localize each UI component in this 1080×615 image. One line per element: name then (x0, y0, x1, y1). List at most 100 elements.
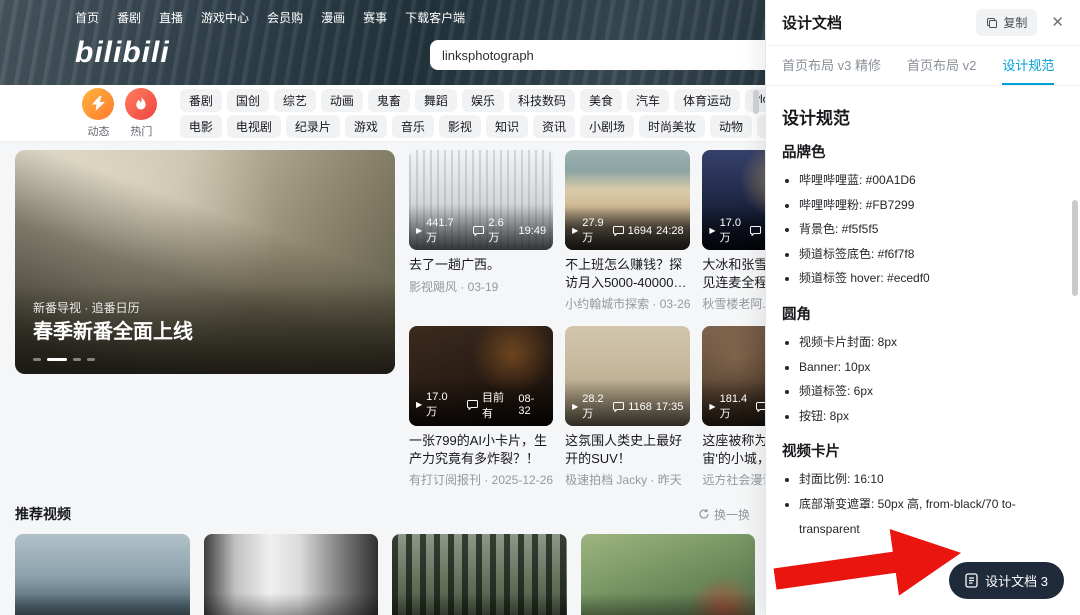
refresh-button[interactable]: 换一换 (698, 506, 750, 523)
spec-item: Banner: 10px (799, 355, 1064, 380)
dynamic-button[interactable] (82, 88, 114, 120)
channel-tag[interactable]: 影视 (439, 115, 481, 138)
top-nav-link[interactable]: 会员购 (267, 9, 303, 26)
cover-shade (392, 593, 567, 615)
video-title[interactable]: 这氛围人类史上最好开的SUV！ (565, 432, 690, 467)
channel-tag[interactable]: 电视剧 (227, 115, 281, 138)
home-content: 新番导视 · 追番日历 春季新番全面上线 ▶ 441.7万 (0, 142, 765, 615)
top-nav-link[interactable]: 赛事 (363, 9, 387, 26)
recommend-card[interactable]: ▶ 204.0万 219 01:31 (392, 534, 567, 615)
channel-tag[interactable]: 动物 (710, 115, 752, 138)
channel-tag[interactable]: 纪录片 (286, 115, 340, 138)
top-nav-link[interactable]: 漫画 (321, 9, 345, 26)
video-meta[interactable]: 极速拍档 Jacky · 昨天 (565, 471, 690, 488)
video-duration: 17:35 (656, 401, 684, 413)
channel-tag[interactable]: 时尚美妆 (639, 115, 705, 138)
channel-tag[interactable]: 鬼畜 (368, 89, 410, 112)
video-title[interactable]: 不上班怎么赚钱？探访月入5000-400000元自由... (565, 256, 690, 291)
recommend-card[interactable]: ▶ 12.7万 787 16:09 (15, 534, 190, 615)
hot-button[interactable] (125, 88, 157, 120)
dynamic-entry[interactable]: 动态 (78, 88, 119, 139)
danmaku-icon (467, 400, 478, 410)
panel-scrollbar[interactable] (1072, 200, 1078, 296)
design-doc-cta-button[interactable]: 设计文档 3 (949, 562, 1064, 599)
danmaku-icon (613, 226, 624, 236)
play-icon: ▶ (709, 227, 715, 235)
carousel-dot[interactable] (73, 358, 81, 361)
channel-bar: 动态 热门 番剧国创综艺动画鬼畜舞蹈娱乐科技数码美食汽车体育运动vlog 电影电… (0, 85, 765, 142)
copy-label: 复制 (1003, 14, 1027, 31)
channel-tag[interactable]: 综艺 (274, 89, 316, 112)
channel-tag[interactable]: 知识 (486, 115, 528, 138)
video-title[interactable]: 一张799的AI小卡片，生产力究竟有多炸裂？！ (409, 432, 553, 467)
spec-item: 哔哩哔哩粉: #FB7299 (799, 193, 1064, 218)
video-stats: ▶ 441.7万 2.6万 19:49 (409, 217, 553, 250)
video-cover[interactable]: ▶ 30.5万 347 07:43 (204, 534, 379, 615)
hot-entry[interactable]: 热门 (121, 88, 162, 139)
video-card[interactable]: ▶ 28.2万 1168 17:35 这氛围人类史上最好开的SUV！ 极速拍档 … (565, 326, 690, 488)
top-nav-link[interactable]: 直播 (159, 9, 183, 26)
carousel-dots[interactable] (33, 358, 95, 361)
video-cover[interactable]: ▶ 17.0万 目前有 08-32 (409, 326, 553, 426)
video-cover[interactable]: ▶ 23.4万 1.1万 00:29 (581, 534, 756, 615)
carousel-dot[interactable] (33, 358, 41, 361)
video-duration: 19:49 (519, 225, 547, 237)
top-nav-link[interactable]: 游戏中心 (201, 9, 249, 26)
channel-tag[interactable]: 电影 (180, 115, 222, 138)
view-count: 17.0万 (426, 391, 458, 419)
recommend-grid: ▶ 12.7万 787 16:09 ▶ 30.5万 347 07 (15, 534, 755, 615)
search-bar[interactable] (430, 40, 775, 70)
top-nav-link[interactable]: 首页 (75, 9, 99, 26)
search-input[interactable] (442, 48, 763, 63)
panel-tabs: 首页布局 v3 精修首页布局 v2 设计规范 (766, 46, 1080, 86)
video-meta[interactable]: 影视飓风 · 03-19 (409, 278, 553, 295)
channel-tag[interactable]: 音乐 (392, 115, 434, 138)
panel-tab[interactable]: 首页布局 v3 精修 (782, 46, 881, 85)
promo-banner[interactable]: 新番导视 · 追番日历 春季新番全面上线 (15, 150, 395, 374)
copy-button[interactable]: 复制 (976, 9, 1037, 36)
top-nav-link[interactable]: 番剧 (117, 9, 141, 26)
page-scrollbar[interactable] (753, 90, 759, 114)
channel-tag[interactable]: 动画 (321, 89, 363, 112)
recommend-card[interactable]: ▶ 30.5万 347 07:43 (204, 534, 379, 615)
header-banner: 首页番剧直播游戏中心会员购漫画赛事下载客户端 bilibili (0, 0, 765, 85)
channel-tag[interactable]: 游戏 (345, 115, 387, 138)
tag-row-1: 番剧国创综艺动画鬼畜舞蹈娱乐科技数码美食汽车体育运动vlog (180, 89, 765, 112)
channel-tag[interactable]: 舞蹈 (415, 89, 457, 112)
video-cover[interactable]: ▶ 204.0万 219 01:31 (392, 534, 567, 615)
dynamic-label: 动态 (78, 123, 119, 139)
panel-tab[interactable]: 设计规范 (1002, 46, 1054, 85)
recommend-title: 推荐视频 (15, 504, 71, 524)
close-icon[interactable]: ✕ (1051, 15, 1064, 30)
video-cover[interactable]: ▶ 28.2万 1168 17:35 (565, 326, 690, 426)
video-card[interactable]: ▶ 441.7万 2.6万 19:49 去了一趟广西。 影视飓风 · 03-19 (409, 150, 553, 312)
channel-tag[interactable]: 体育运动 (674, 89, 740, 112)
channel-tag[interactable]: 科技数码 (509, 89, 575, 112)
panel-tab[interactable]: 首页布局 v2 (907, 46, 976, 85)
video-meta[interactable]: 有打订阅报刊 · 2025-12-26 (409, 471, 553, 488)
channel-tag[interactable]: 资讯 (533, 115, 575, 138)
video-cover[interactable]: ▶ 27.9万 1694 24:28 (565, 150, 690, 250)
channel-tag[interactable]: 汽车 (627, 89, 669, 112)
video-cover[interactable]: ▶ 441.7万 2.6万 19:49 (409, 150, 553, 250)
channel-tag[interactable]: 小剧场 (580, 115, 634, 138)
video-card[interactable]: ▶ 27.9万 1694 24:28 不上班怎么赚钱？探访月入5000-4000… (565, 150, 690, 312)
channel-tag[interactable]: 娱乐 (462, 89, 504, 112)
channel-tag[interactable]: 国创 (227, 89, 269, 112)
video-cover[interactable]: ▶ 12.7万 787 16:09 (15, 534, 190, 615)
video-card[interactable]: ▶ 17.0万 目前有 08-32 一张799的AI小卡片，生产力究竟有多炸裂？… (409, 326, 553, 488)
channel-tag[interactable]: 美食 (580, 89, 622, 112)
view-count: 27.9万 (582, 217, 603, 245)
carousel-dot[interactable] (87, 358, 95, 361)
video-title[interactable]: 去了一趟广西。 (409, 256, 553, 274)
top-nav-link[interactable]: 下载客户端 (405, 9, 465, 26)
channel-tag[interactable]: 番剧 (180, 89, 222, 112)
video-duration: 24:28 (656, 225, 684, 237)
copy-icon (986, 17, 998, 29)
carousel-dot-active[interactable] (47, 358, 67, 361)
recommend-card[interactable]: ▶ 23.4万 1.1万 00:29 (581, 534, 756, 615)
channel-tag[interactable]: 更多... (757, 115, 765, 138)
section-heading: 圆角 (782, 303, 1064, 324)
video-meta[interactable]: 小约翰城市探索 · 03-26 (565, 295, 690, 312)
video-stats: ▶ 17.0万 目前有 08-32 (409, 389, 553, 426)
